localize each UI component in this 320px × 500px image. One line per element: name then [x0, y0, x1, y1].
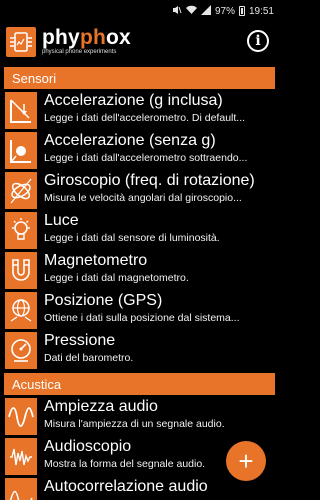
experiment-item[interactable]: Giroscopio (freq. di rotazione) Misura l…: [0, 170, 279, 210]
experiment-description: Legge i dati dell'accelerometro. Di defa…: [44, 112, 246, 124]
experiment-description: Legge i dati dal magnetometro.: [44, 272, 189, 284]
experiment-item[interactable]: Ampiezza audio Misura l'ampiezza di un s…: [0, 396, 279, 436]
experiment-title: Pressione: [44, 332, 116, 349]
wifi-icon: [185, 5, 197, 18]
experiment-description: Misura l'ampiezza di un segnale audio.: [44, 418, 225, 430]
experiment-description: Legge i dati dal sensore di luminosità.: [44, 232, 220, 244]
experiment-title: Giroscopio (freq. di rotazione): [44, 172, 255, 189]
magnet-icon: [5, 252, 37, 289]
accelerometer-icon: [5, 132, 37, 169]
experiment-item[interactable]: Luce Legge i dati dal sensore di luminos…: [0, 210, 279, 250]
experiment-description: Ottiene i dati sulla posizione dal siste…: [44, 312, 240, 324]
app-bar: phyphox physical phone experiments i: [0, 22, 279, 62]
accelerometer-g-icon: [5, 92, 37, 129]
experiment-item[interactable]: Magnetometro Legge i dati dal magnetomet…: [0, 250, 279, 290]
signal-icon: [200, 4, 211, 18]
experiment-title: Ampiezza audio: [44, 398, 158, 415]
light-bulb-icon: [5, 212, 37, 249]
section-header-sensori: Sensori: [4, 67, 275, 89]
autocorrelation-icon: [5, 478, 37, 500]
experiment-title: Accelerazione (g inclusa): [44, 92, 223, 109]
gyroscope-icon: [5, 172, 37, 209]
experiment-description: Dati del barometro.: [44, 352, 134, 364]
section-header-acustica: Acustica: [4, 373, 275, 395]
experiment-title: Magnetometro: [44, 252, 148, 269]
experiment-item[interactable]: Posizione (GPS) Ottiene i dati sulla pos…: [0, 290, 279, 330]
experiment-description: Misura le velocità angolari dal giroscop…: [44, 192, 242, 204]
phyphox-logo-icon: [6, 27, 36, 57]
add-experiment-button[interactable]: +: [226, 441, 266, 481]
info-icon: i: [255, 33, 261, 49]
clock: 19:51: [248, 5, 274, 17]
experiment-item[interactable]: Accelerazione (senza g) Legge i dati dal…: [0, 130, 279, 170]
gps-globe-icon: [5, 292, 37, 329]
barometer-icon: [5, 332, 37, 369]
mute-icon: [172, 5, 182, 18]
status-bar: 97% 19:51: [0, 0, 279, 22]
sine-wave-icon: [5, 398, 37, 435]
app-name: phyphox: [42, 25, 131, 49]
battery-icon: [238, 6, 245, 16]
oscilloscope-icon: [5, 438, 37, 475]
info-button[interactable]: i: [247, 30, 269, 52]
app-logo: phyphox physical phone experiments: [42, 25, 131, 57]
plus-icon: +: [238, 446, 254, 476]
experiment-item[interactable]: Pressione Dati del barometro.: [0, 330, 279, 370]
app-tagline: physical phone experiments: [42, 48, 117, 55]
experiment-title: Accelerazione (senza g): [44, 132, 216, 149]
battery-percent: 97%: [214, 5, 235, 17]
experiment-item[interactable]: Autocorrelazione audio: [0, 476, 279, 500]
experiment-title: Luce: [44, 212, 79, 229]
experiment-title: Posizione (GPS): [44, 292, 163, 309]
experiment-description: Legge i dati dall'accelerometro sottraen…: [44, 152, 248, 164]
experiment-item[interactable]: Accelerazione (g inclusa) Legge i dati d…: [0, 90, 279, 130]
